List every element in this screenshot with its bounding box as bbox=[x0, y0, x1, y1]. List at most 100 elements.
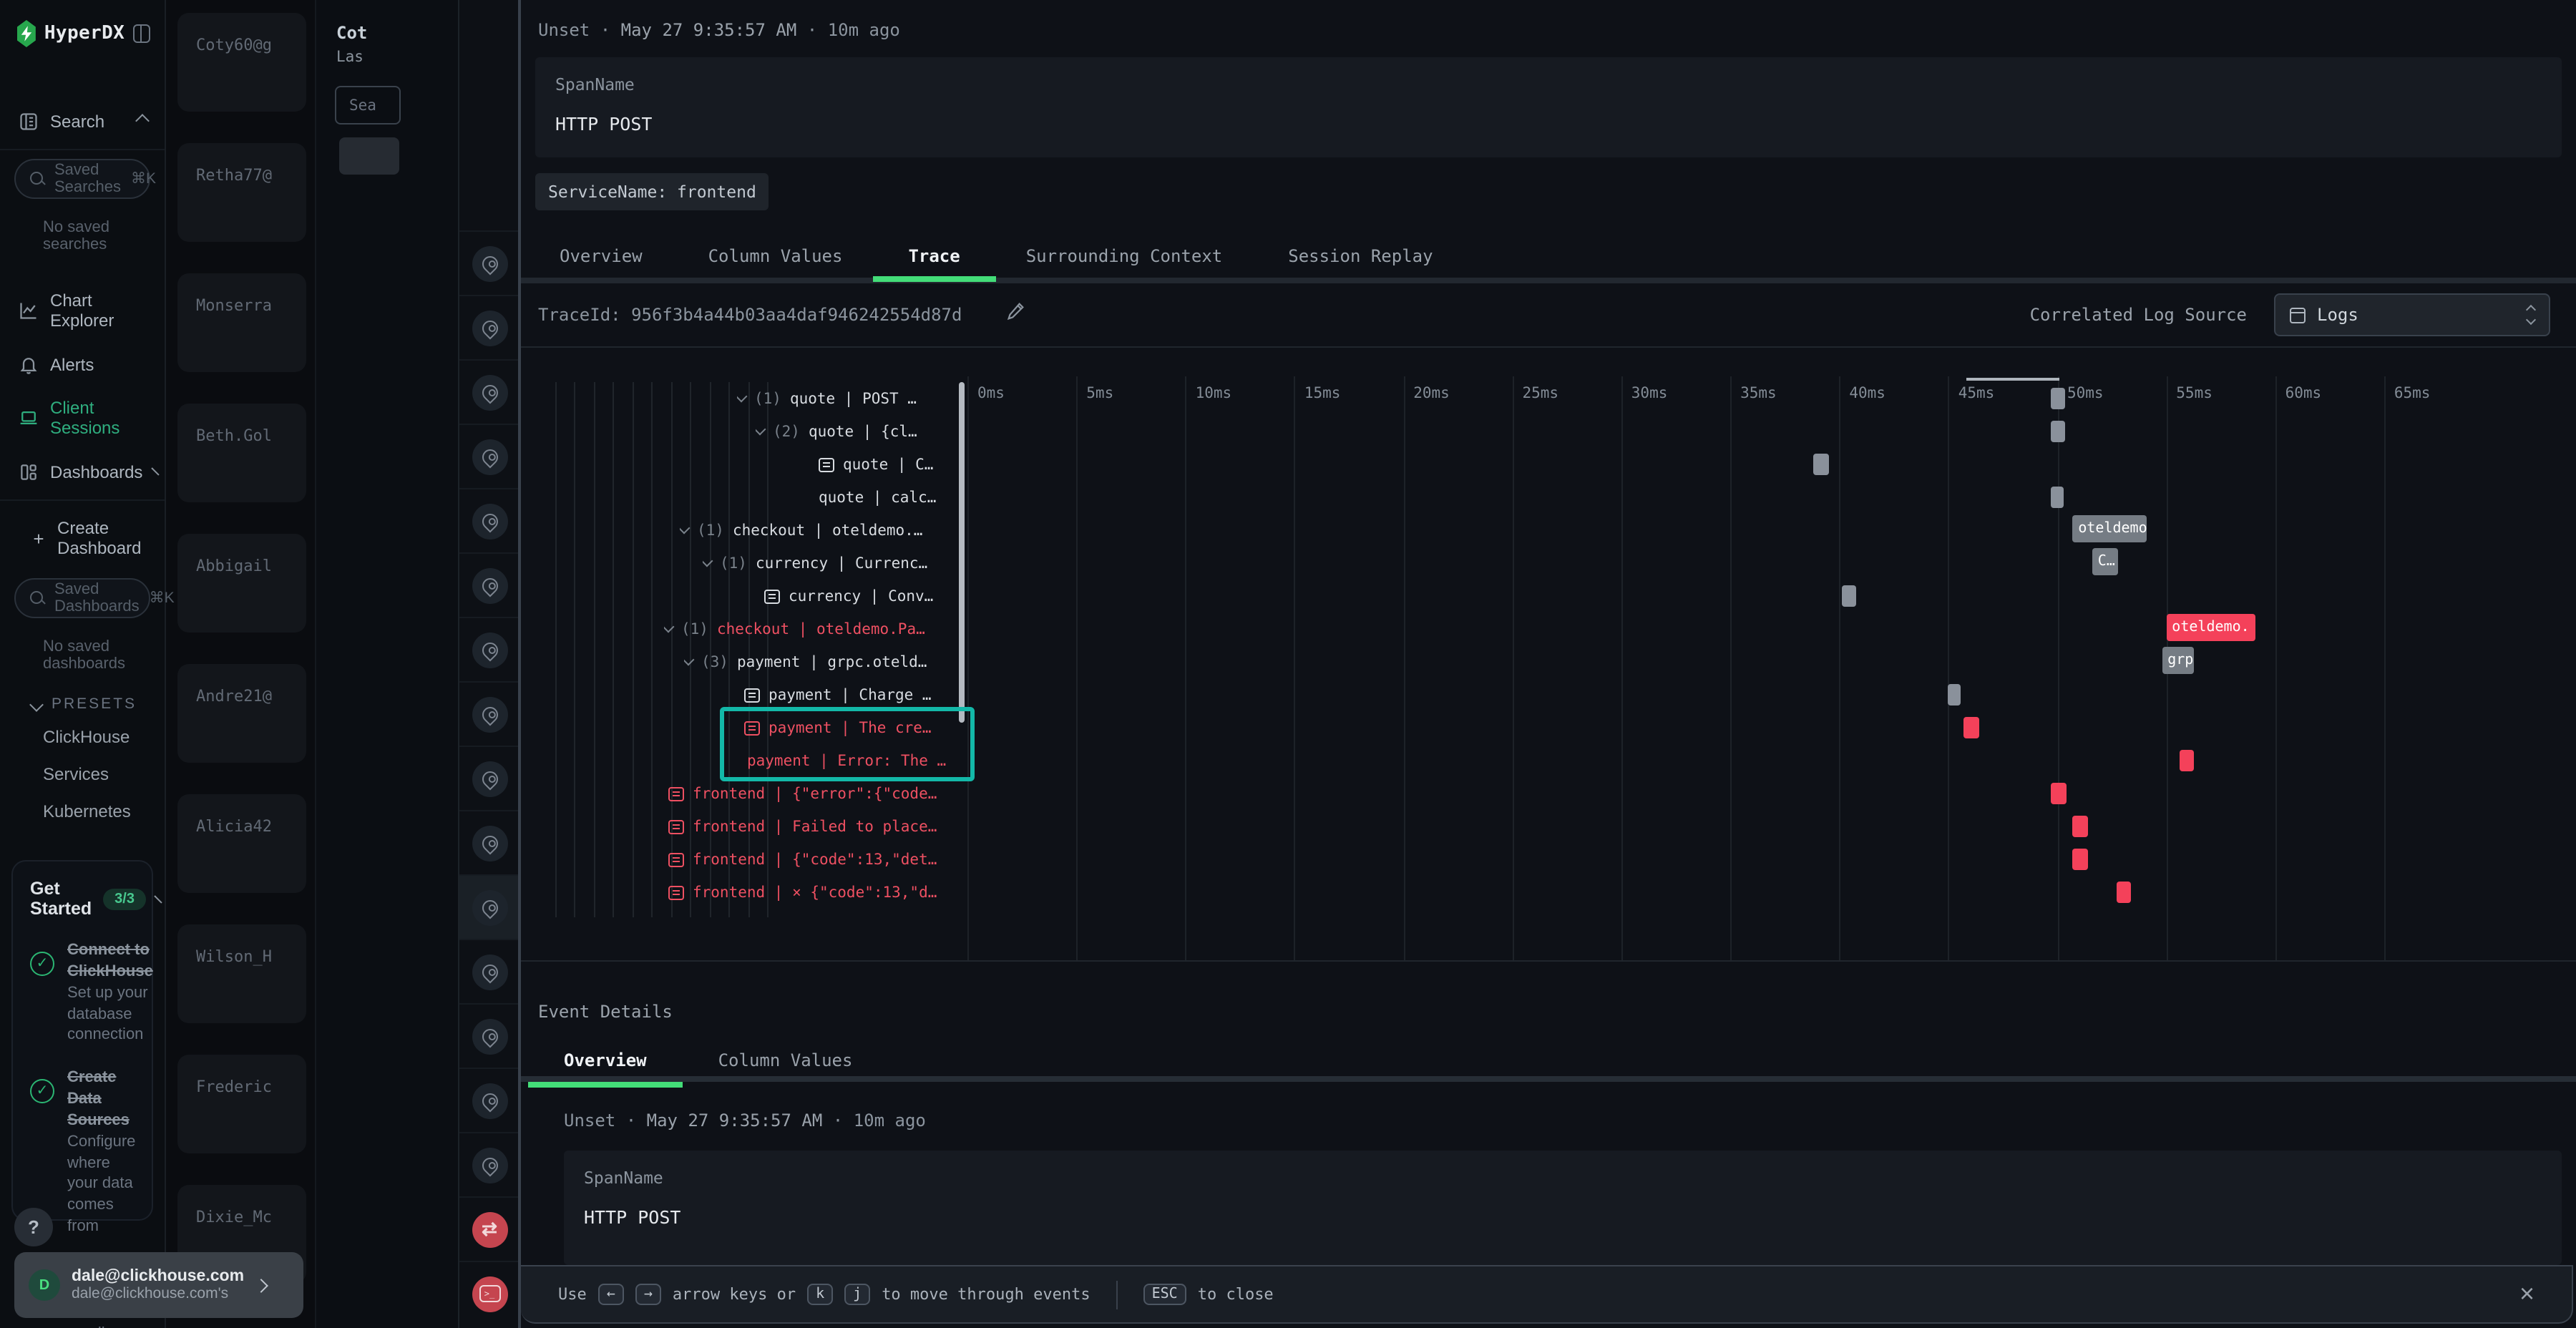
saved-dashboards-input[interactable]: Saved Dashboards ⌘K bbox=[14, 578, 150, 618]
session-event-row[interactable] bbox=[459, 874, 518, 939]
session-row[interactable]: Frederic bbox=[177, 1055, 306, 1153]
trace-tree-row[interactable]: frontend | {"error":{"code… bbox=[668, 777, 966, 810]
session-event-row[interactable] bbox=[459, 230, 518, 295]
trace-tree-row[interactable]: quote | calc… bbox=[819, 481, 966, 514]
session-event-row[interactable] bbox=[459, 1132, 518, 1196]
axis-tick-label: 65ms bbox=[2394, 385, 2431, 402]
session-row[interactable]: Monserra bbox=[177, 273, 306, 372]
span-bar[interactable] bbox=[2072, 849, 2087, 870]
event-side-panel: Unset · May 27 9:35:57 AM · 10m ago Span… bbox=[518, 0, 2576, 1328]
arrow-right-key[interactable]: → bbox=[635, 1284, 661, 1305]
session-row[interactable]: Retha77@ bbox=[177, 143, 306, 242]
axis-tick-label: 60ms bbox=[2285, 385, 2322, 402]
service-name-chip[interactable]: ServiceName: frontend bbox=[535, 173, 769, 210]
span-bar[interactable] bbox=[1841, 585, 1855, 607]
session-events-rail: ⇄>_ bbox=[458, 0, 518, 1328]
session-event-row[interactable] bbox=[459, 424, 518, 488]
get-started-item[interactable]: ✓Connect to ClickHouseSet up your databa… bbox=[30, 940, 135, 1046]
span-bar[interactable] bbox=[1813, 454, 1828, 475]
session-event-row[interactable] bbox=[459, 1003, 518, 1068]
span-bar[interactable] bbox=[2072, 816, 2087, 837]
trace-tree-row[interactable]: quote | C… bbox=[819, 448, 966, 481]
collapse-sidebar-icon[interactable] bbox=[133, 24, 150, 43]
trace-tree-row[interactable]: (1)checkout | oteldemo.… bbox=[680, 514, 966, 547]
session-row[interactable]: Wilson_H bbox=[177, 924, 306, 1023]
k-key[interactable]: k bbox=[807, 1284, 833, 1305]
trace-tree-row[interactable]: (1)quote | POST … bbox=[737, 382, 966, 415]
tab-overview[interactable]: Overview bbox=[560, 246, 643, 266]
sidebar-item-dashboards[interactable]: Dashboards bbox=[0, 449, 165, 494]
shortcut-hint: ⌘K bbox=[131, 170, 156, 187]
axis-tick-label: 15ms bbox=[1304, 385, 1341, 402]
trace-tree-row[interactable]: (2)quote | {cl… bbox=[756, 415, 966, 448]
axis-tick-label: 40ms bbox=[1849, 385, 1885, 402]
session-row[interactable]: Beth.Gol bbox=[177, 404, 306, 502]
session-event-row[interactable] bbox=[459, 1068, 518, 1132]
span-bar[interactable] bbox=[2116, 882, 2131, 903]
session-event-row[interactable] bbox=[459, 359, 518, 424]
sidebar-item-chart-explorer[interactable]: Chart Explorer bbox=[0, 279, 165, 342]
session-action-button[interactable] bbox=[339, 137, 399, 175]
saved-searches-input[interactable]: Saved Searches ⌘K bbox=[14, 159, 150, 199]
session-row[interactable]: Alicia42 bbox=[177, 794, 306, 893]
span-bar[interactable] bbox=[2051, 421, 2065, 442]
session-event-row[interactable] bbox=[459, 681, 518, 746]
session-event-row[interactable]: >_ bbox=[459, 1261, 518, 1325]
trace-tree-row[interactable]: frontend | Failed to place… bbox=[668, 810, 966, 843]
tab-surrounding-context[interactable]: Surrounding Context bbox=[1026, 246, 1223, 266]
trace-tree-row[interactable]: frontend | × {"code":13,"d… bbox=[668, 876, 966, 909]
session-event-row[interactable]: ⇄ bbox=[459, 1196, 518, 1261]
event-tab-overview[interactable]: Overview bbox=[564, 1050, 647, 1070]
esc-key[interactable]: ESC bbox=[1143, 1284, 1186, 1305]
sidebar-item-client-sessions[interactable]: Client Sessions bbox=[0, 386, 165, 449]
logo-row[interactable]: HyperDX bbox=[0, 0, 165, 62]
trace-tree-row[interactable]: (1)checkout | oteldemo.Pa… bbox=[664, 612, 966, 645]
arrow-left-key[interactable]: ← bbox=[598, 1284, 624, 1305]
edit-icon[interactable] bbox=[1005, 301, 1028, 323]
session-event-row[interactable] bbox=[459, 488, 518, 552]
trace-tree-row[interactable]: (1)currency | Currenc… bbox=[703, 547, 966, 580]
event-tab-column-values[interactable]: Column Values bbox=[718, 1050, 853, 1070]
span-bar[interactable]: oteldemo… bbox=[2072, 515, 2147, 542]
session-event-row[interactable] bbox=[459, 617, 518, 681]
help-button[interactable]: ? bbox=[14, 1208, 53, 1246]
sidebar-item-alerts[interactable]: Alerts bbox=[0, 342, 165, 386]
span-bar[interactable] bbox=[2051, 487, 2064, 508]
session-event-row[interactable] bbox=[459, 746, 518, 810]
user-account-button[interactable]: D dale@clickhouse.com dale@clickhouse.co… bbox=[14, 1252, 303, 1318]
span-bar[interactable]: C… bbox=[2092, 548, 2119, 575]
tab-column-values[interactable]: Column Values bbox=[708, 246, 843, 266]
j-key[interactable]: j bbox=[844, 1284, 870, 1305]
session-event-row[interactable] bbox=[459, 939, 518, 1003]
session-event-row[interactable] bbox=[459, 552, 518, 617]
session-event-row[interactable] bbox=[459, 810, 518, 874]
sidebar-item-search[interactable]: Search bbox=[0, 99, 165, 143]
check-circle-icon: ✓ bbox=[30, 952, 54, 976]
presets-toggle[interactable]: PRESETS bbox=[0, 684, 165, 718]
span-bar[interactable] bbox=[2180, 750, 2195, 771]
close-icon[interactable]: × bbox=[2519, 1279, 2534, 1309]
tree-scrollbar[interactable] bbox=[959, 382, 965, 723]
preset-clickhouse[interactable]: ClickHouse bbox=[0, 718, 165, 756]
span-bar[interactable]: grp… bbox=[2162, 647, 2195, 674]
preset-kubernetes[interactable]: Kubernetes bbox=[0, 793, 165, 830]
span-bar[interactable] bbox=[1963, 717, 1979, 738]
create-dashboard-button[interactable]: + Create Dashboard bbox=[0, 507, 165, 570]
trace-tree-row[interactable]: (3)payment | grpc.oteld… bbox=[684, 645, 966, 678]
span-bar[interactable]: oteldemo. bbox=[2166, 614, 2255, 641]
preset-services[interactable]: Services bbox=[0, 756, 165, 793]
log-source-select[interactable]: Logs bbox=[2274, 293, 2550, 336]
trace-tree-row[interactable]: currency | Conv… bbox=[764, 580, 966, 612]
span-bar[interactable] bbox=[2051, 388, 2065, 409]
tab-session-replay[interactable]: Session Replay bbox=[1288, 246, 1433, 266]
session-row[interactable]: Coty60@g bbox=[177, 13, 306, 112]
session-search-input[interactable]: Sea bbox=[335, 86, 401, 125]
span-bar[interactable] bbox=[1948, 684, 1961, 706]
session-row[interactable]: Andre21@ bbox=[177, 664, 306, 763]
location-pin-icon bbox=[472, 567, 507, 603]
trace-tree-row[interactable]: frontend | {"code":13,"det… bbox=[668, 843, 966, 876]
session-row[interactable]: Abbigail bbox=[177, 534, 306, 633]
tab-trace[interactable]: Trace bbox=[908, 246, 960, 266]
session-event-row[interactable] bbox=[459, 295, 518, 359]
span-bar[interactable] bbox=[2051, 783, 2066, 804]
